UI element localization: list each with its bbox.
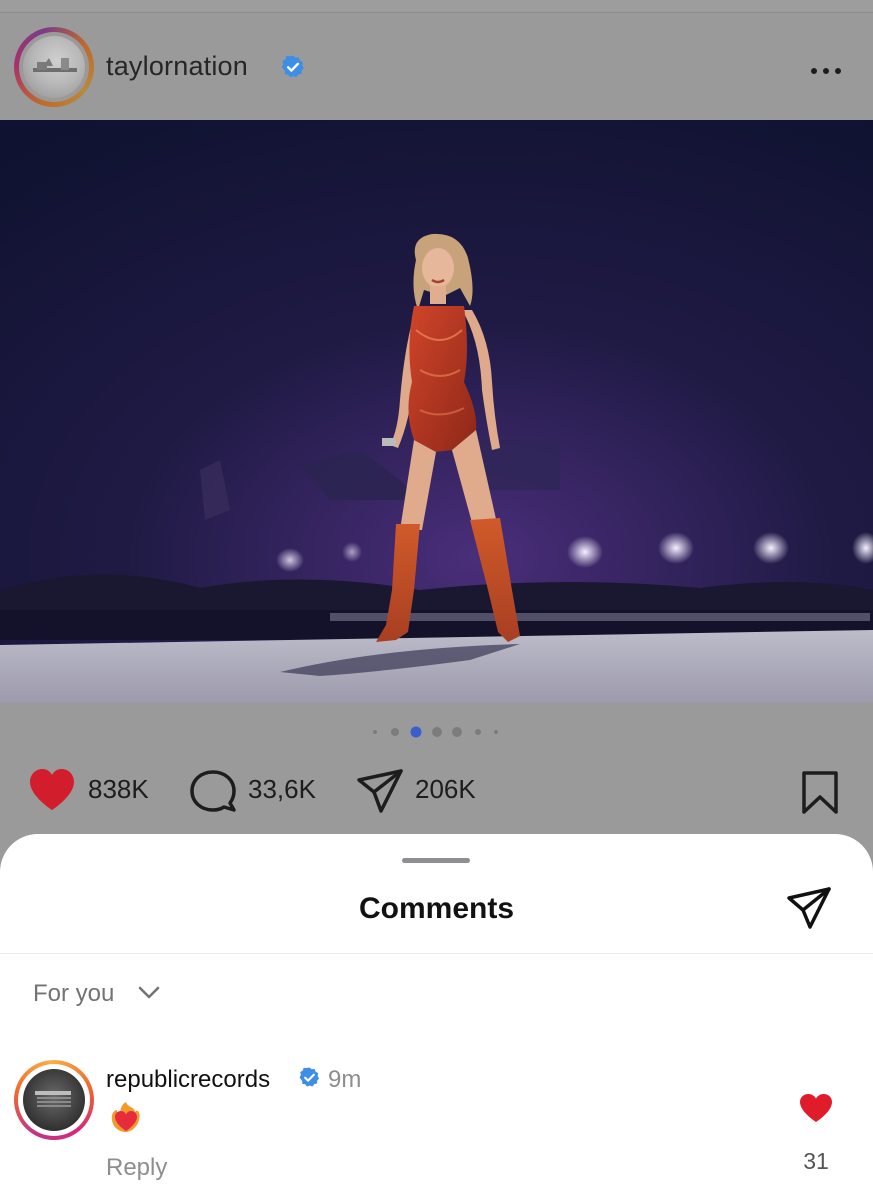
comment-filter-label[interactable]: For you [33, 980, 114, 1008]
carousel-indicator[interactable] [0, 722, 873, 742]
comment-like-heart-icon[interactable] [798, 1092, 834, 1124]
post-header: taylornation [0, 13, 873, 120]
sheet-title: Comments [358, 892, 515, 925]
post-image[interactable] [0, 120, 873, 703]
verified-badge-icon [280, 54, 306, 80]
divider [0, 953, 873, 954]
commenter-avatar[interactable] [14, 1060, 94, 1140]
post-username[interactable]: taylornation [106, 51, 248, 82]
avatar-image [23, 1069, 85, 1131]
bookmark-icon[interactable] [800, 770, 840, 816]
heart-on-fire-emoji-icon [108, 1098, 144, 1134]
comments-sheet: Comments For you republicrecords 9m Repl… [0, 834, 873, 1200]
post-author-avatar[interactable] [14, 27, 94, 107]
more-options-icon[interactable] [806, 63, 846, 79]
like-heart-icon[interactable] [28, 768, 76, 812]
comments-count[interactable]: 33,6K [248, 774, 316, 805]
comment-likes-count: 31 [803, 1148, 829, 1174]
chevron-down-icon[interactable] [137, 985, 161, 1001]
comment-timestamp: 9m [328, 1066, 362, 1093]
post-action-bar: 838K 33,6K 206K [0, 760, 873, 820]
likes-count[interactable]: 838K [88, 774, 149, 805]
top-strip [0, 0, 873, 13]
sheet-drag-handle[interactable] [402, 858, 470, 863]
comment-icon[interactable] [190, 769, 236, 813]
reply-button[interactable]: Reply [106, 1154, 167, 1182]
shares-count[interactable]: 206K [415, 774, 476, 805]
send-icon[interactable] [786, 886, 832, 930]
verified-badge-icon [298, 1066, 321, 1089]
share-send-icon[interactable] [356, 768, 404, 814]
avatar-image [23, 36, 85, 98]
commenter-username[interactable]: republicrecords [106, 1066, 270, 1094]
